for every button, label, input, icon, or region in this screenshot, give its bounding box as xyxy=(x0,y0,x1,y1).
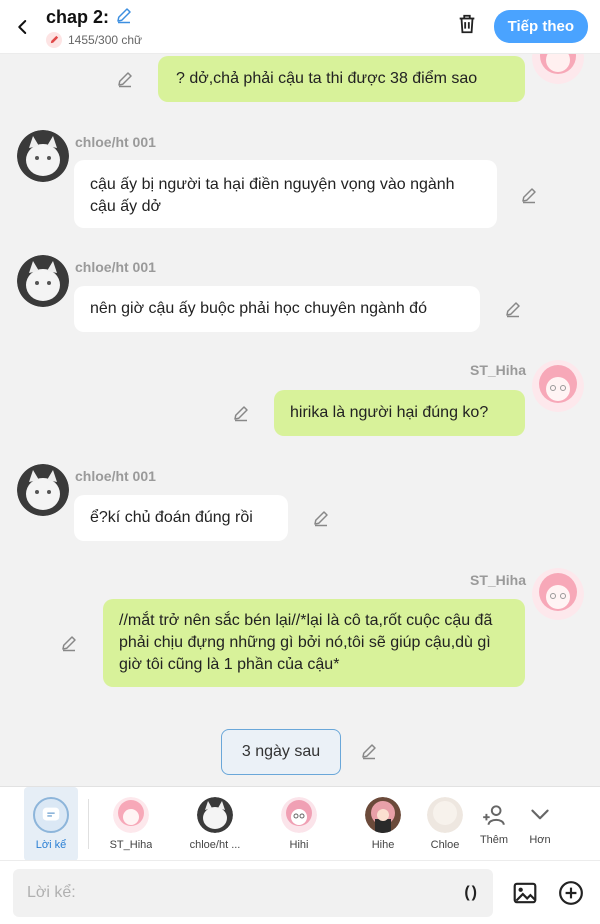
pencil-icon xyxy=(46,31,62,48)
avatar xyxy=(197,796,233,833)
word-count: 1455/300 chữ xyxy=(68,32,143,47)
message-bubble[interactable]: nên giờ cậu ấy buộc phải học chuyên ngàn… xyxy=(74,286,480,332)
character-label: Hihi xyxy=(289,838,309,851)
time-marker[interactable]: 3 ngày sau xyxy=(221,729,341,775)
next-button[interactable]: Tiếp theo xyxy=(493,10,588,43)
avatar xyxy=(281,796,317,833)
avatar[interactable] xyxy=(532,360,584,412)
input-bar: () xyxy=(0,860,600,924)
title-block: chap 2: 1455/300 chữ xyxy=(46,6,142,48)
parenthesis-button[interactable]: () xyxy=(464,884,479,902)
narration-icon xyxy=(33,796,69,833)
character-label: Chloe xyxy=(430,838,460,851)
character-hihe[interactable]: Hihe xyxy=(341,787,425,861)
back-button[interactable] xyxy=(0,0,46,54)
character-hihi[interactable]: Hihi xyxy=(257,787,341,861)
avatar[interactable] xyxy=(17,130,69,182)
message-input[interactable] xyxy=(27,883,465,902)
message-bubble[interactable]: ể?kí chủ đoán đúng rồi xyxy=(74,495,288,541)
page-title: chap 2: xyxy=(46,6,110,27)
character-st-hiha[interactable]: ST_Hiha xyxy=(89,787,173,861)
edit-message-icon[interactable] xyxy=(520,186,540,206)
speaker-name: chloe/ht 001 xyxy=(75,259,156,275)
edit-message-icon[interactable] xyxy=(312,509,332,529)
character-chloe-ht[interactable]: chloe/ht ... xyxy=(173,787,257,861)
message-bubble[interactable]: ? dở,chả phải cậu ta thi được 38 điểm sa… xyxy=(158,56,525,102)
avatar xyxy=(365,796,401,833)
edit-message-icon[interactable] xyxy=(60,634,80,654)
avatar xyxy=(427,796,463,833)
character-label: ST_Hiha xyxy=(109,838,153,851)
character-narrator[interactable]: Lời kể xyxy=(24,786,78,861)
message-input-box[interactable]: () xyxy=(13,868,493,917)
chevron-left-icon xyxy=(18,19,27,34)
avatar[interactable] xyxy=(17,255,69,307)
chevron-down-icon xyxy=(531,809,549,819)
trash-icon[interactable] xyxy=(456,13,478,40)
avatar xyxy=(113,796,149,833)
speaker-name: ST_Hiha xyxy=(470,362,527,378)
character-bar: Lời kể ST_Hiha chloe/ht ... Hihi Hihe Ch… xyxy=(0,786,600,861)
speaker-name: chloe/ht 001 xyxy=(75,134,156,150)
add-circle-icon[interactable] xyxy=(557,879,585,907)
edit-message-icon[interactable] xyxy=(116,70,136,90)
edit-message-icon[interactable] xyxy=(360,742,380,762)
add-character-button[interactable]: Thêm xyxy=(471,787,517,861)
chat-area[interactable]: ? dở,chả phải cậu ta thi được 38 điểm sa… xyxy=(0,54,600,786)
add-person-icon xyxy=(483,804,505,825)
speaker-name: ST_Hiha xyxy=(470,572,527,588)
character-chloe[interactable]: Chloe xyxy=(425,787,465,861)
message-bubble[interactable]: //mắt trở nên sắc bén lại//*lại là cô ta… xyxy=(103,599,525,687)
character-label: Hihe xyxy=(371,838,395,851)
character-label: Lời kể xyxy=(35,838,67,851)
avatar[interactable] xyxy=(532,568,584,620)
add-label: Thêm xyxy=(479,833,509,846)
speaker-name: chloe/ht 001 xyxy=(75,468,156,484)
more-label: Hơn xyxy=(529,833,551,846)
message-bubble[interactable]: cậu ấy bị người ta hại điền nguyện vọng … xyxy=(74,160,497,228)
top-bar: chap 2: 1455/300 chữ Tiếp theo xyxy=(0,0,600,54)
edit-message-icon[interactable] xyxy=(504,300,524,320)
message-bubble[interactable]: hirika là người hại đúng ko? xyxy=(274,390,525,436)
image-icon[interactable] xyxy=(511,879,539,907)
character-label: chloe/ht ... xyxy=(189,838,241,851)
avatar[interactable] xyxy=(17,464,69,516)
edit-message-icon[interactable] xyxy=(232,404,252,424)
more-button[interactable]: Hơn xyxy=(517,787,563,861)
edit-title-icon[interactable] xyxy=(115,6,133,29)
avatar[interactable] xyxy=(532,54,584,84)
